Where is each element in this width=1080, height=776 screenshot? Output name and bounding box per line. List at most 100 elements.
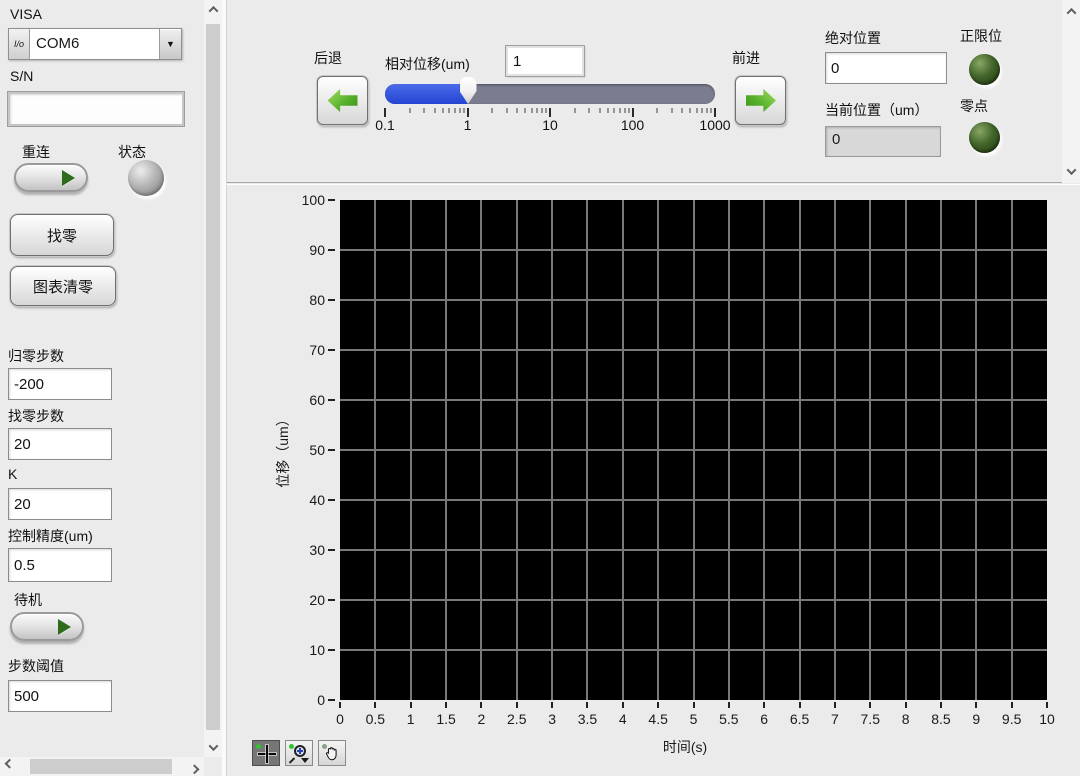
slider-minor-tick: [506, 108, 507, 113]
x-tick-label: 2: [477, 711, 485, 727]
findzero-steps-input[interactable]: [8, 428, 112, 460]
hand-icon: [324, 745, 341, 762]
x-tick-mark: [374, 702, 376, 708]
x-tick-label: 1.5: [436, 711, 455, 727]
current-position-label: 当前位置（um）: [825, 100, 928, 120]
standby-label: 待机: [14, 590, 42, 610]
scroll-right-button[interactable]: [185, 757, 204, 776]
slider-minor-tick: [711, 108, 712, 113]
current-position-indicator: 0: [825, 126, 941, 157]
pan-tool-button[interactable]: [318, 740, 346, 766]
y-tick-mark: [328, 199, 335, 201]
visa-combo-dropdown-button[interactable]: ▼: [159, 29, 181, 59]
visa-combo[interactable]: I/o COM6 ▼: [8, 28, 182, 60]
scroll-up-button[interactable]: [204, 0, 222, 19]
slider-minor-tick: [607, 108, 608, 113]
x-tick-mark: [339, 702, 341, 708]
y-tick-label: 40: [309, 492, 325, 508]
magnifier-handle-icon: [289, 757, 295, 763]
crosshair-tool-button[interactable]: [252, 740, 280, 766]
slider-minor-tick: [517, 108, 518, 113]
homing-steps-input[interactable]: [8, 368, 112, 400]
gridline-horizontal: [340, 399, 1047, 401]
slider-fill: [385, 84, 468, 104]
back-label: 后退: [314, 48, 342, 68]
plot-area[interactable]: [340, 200, 1047, 700]
zoom-tool-button[interactable]: [285, 740, 313, 766]
y-tick-mark: [328, 299, 335, 301]
slider-minor-tick: [696, 108, 697, 113]
x-tick-mark: [516, 702, 518, 708]
x-tick-label: 6: [760, 711, 768, 727]
absolute-position-input[interactable]: [825, 52, 947, 84]
slider-minor-tick: [589, 108, 590, 113]
y-tick-label: 0: [317, 692, 325, 708]
x-tick-label: 8.5: [931, 711, 950, 727]
slider-minor-tick: [542, 108, 543, 113]
top-panel-vertical-scrollbar[interactable]: [1062, 0, 1080, 183]
sn-label: S/N: [10, 68, 33, 84]
absolute-position-label: 绝对位置: [825, 28, 881, 48]
right-arrow-icon: [746, 88, 776, 114]
positive-limit-led: [969, 54, 1000, 85]
chart-clear-button[interactable]: 图表清零: [10, 266, 116, 306]
sidebar-vertical-scrollbar[interactable]: [204, 0, 222, 757]
chevron-up-icon: [208, 6, 218, 16]
relative-move-slider[interactable]: [385, 84, 715, 104]
x-tick-label: 8: [902, 711, 910, 727]
gridline-horizontal: [340, 499, 1047, 501]
x-tick-mark: [869, 702, 871, 708]
y-tick-label: 60: [309, 392, 325, 408]
slider-minor-tick: [463, 108, 464, 113]
toggle-arrow-icon: [58, 619, 71, 635]
relative-move-input[interactable]: [506, 46, 584, 76]
tool-active-dot-icon: [256, 744, 261, 749]
x-tick-mark: [480, 702, 482, 708]
slider-minor-tick: [690, 108, 691, 113]
x-tick-label: 9.5: [1002, 711, 1021, 727]
tool-active-dot-icon: [289, 744, 294, 749]
y-tick-mark: [328, 349, 335, 351]
k-input[interactable]: [8, 488, 112, 520]
x-tick-mark: [693, 702, 695, 708]
visa-io-icon: I/o: [9, 29, 30, 59]
scroll-left-button[interactable]: [0, 757, 19, 776]
y-tick-label: 80: [309, 292, 325, 308]
dropdown-triangle-icon: [301, 758, 309, 763]
precision-input[interactable]: [8, 548, 112, 582]
x-tick-label: 6.5: [790, 711, 809, 727]
slider-minor-tick: [707, 108, 708, 113]
visa-combo-value[interactable]: COM6: [30, 29, 159, 59]
y-tick-label: 70: [309, 342, 325, 358]
reconnect-toggle[interactable]: [14, 163, 88, 192]
y-tick-mark: [328, 699, 335, 701]
crosshair-icon: [266, 745, 268, 763]
slider-minor-tick: [599, 108, 600, 113]
scroll-down-button[interactable]: [204, 738, 222, 757]
chevron-left-icon: [5, 759, 15, 769]
magnifier-plus-icon: [299, 748, 301, 754]
y-tick-label: 20: [309, 592, 325, 608]
chevron-down-icon: [208, 741, 218, 751]
scrollbar-thumb[interactable]: [206, 24, 220, 730]
precision-label: 控制精度(um): [8, 526, 93, 546]
relative-move-label: 相对位移(um): [385, 54, 470, 74]
sidebar-horizontal-scrollbar[interactable]: [0, 757, 204, 776]
status-label: 状态: [118, 142, 146, 162]
chevron-right-icon: [190, 764, 200, 774]
slider-scale-label: 0.1: [375, 117, 394, 133]
sn-input[interactable]: [8, 92, 184, 126]
back-button[interactable]: [317, 76, 368, 125]
y-tick-mark: [328, 249, 335, 251]
standby-toggle[interactable]: [10, 612, 84, 641]
find-zero-button[interactable]: 找零: [10, 214, 114, 256]
positive-limit-label: 正限位: [960, 26, 1002, 46]
scrollbar-thumb[interactable]: [30, 759, 172, 774]
scroll-up-button[interactable]: [1062, 2, 1080, 21]
forward-button[interactable]: [735, 76, 786, 125]
scroll-down-button[interactable]: [1062, 162, 1080, 181]
threshold-input[interactable]: [8, 680, 112, 712]
sidebar: VISA I/o COM6 ▼ S/N 重连 状态 找零 图表清零 归零步数 找…: [0, 0, 204, 757]
labview-front-panel: VISA I/o COM6 ▼ S/N 重连 状态 找零 图表清零 归零步数 找…: [0, 0, 1080, 776]
slider-minor-tick: [624, 108, 625, 113]
